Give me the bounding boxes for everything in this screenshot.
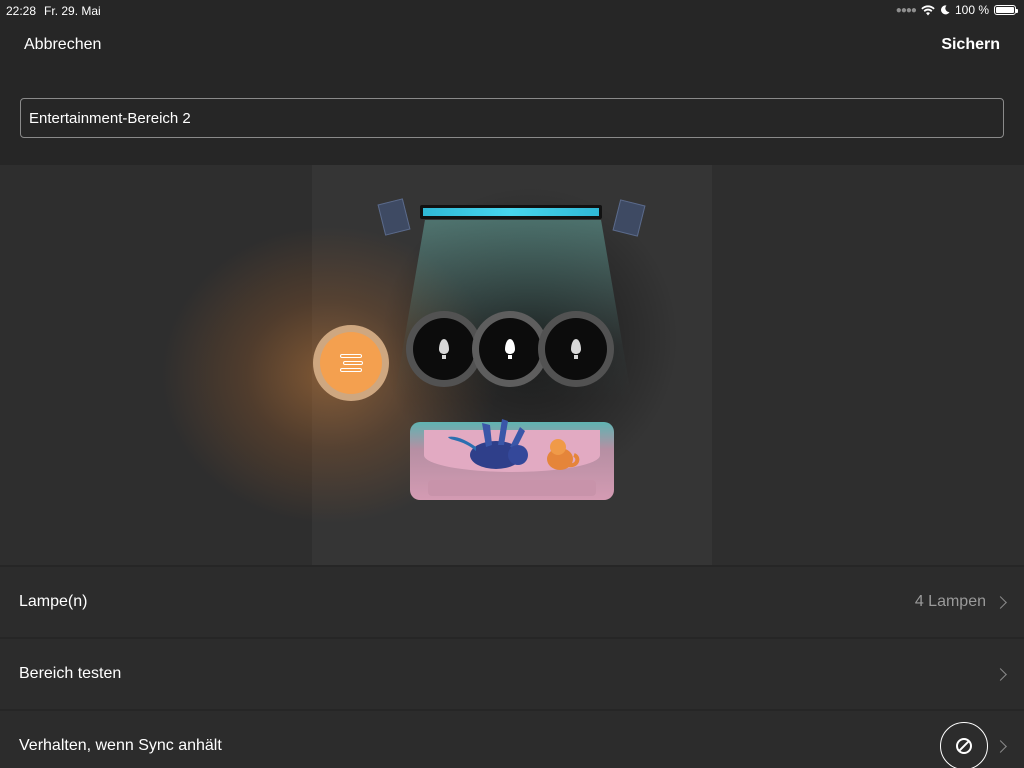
battery-icon	[994, 5, 1018, 15]
sync-behavior-row-label: Verhalten, wenn Sync anhält	[19, 737, 222, 754]
tv-icon	[420, 205, 602, 219]
prohibited-icon	[940, 722, 988, 768]
cellular-signal-icon: ●●●●	[895, 4, 917, 16]
chevron-right-icon	[994, 667, 1007, 681]
test-area-row[interactable]: Bereich testen	[0, 639, 1024, 709]
chevron-right-icon	[994, 740, 1007, 753]
sofa-seat	[428, 480, 596, 496]
test-area-row-label: Bereich testen	[19, 665, 122, 682]
battery-percent: 100 %	[954, 3, 989, 17]
save-button[interactable]: Sichern	[941, 36, 1000, 54]
lamp-bulb-1[interactable]	[406, 311, 482, 387]
lamps-row-value: 4 Lampen	[914, 593, 986, 610]
status-right: ●●●● 100 %	[895, 3, 1018, 17]
lamp-bulb-2[interactable]	[472, 311, 548, 387]
status-time: 22:28	[6, 4, 37, 18]
tv-screen	[423, 208, 599, 216]
lamps-row[interactable]: Lampe(n) 4 Lampen	[0, 567, 1024, 637]
room-preview	[0, 165, 1024, 565]
lightstrip-icon	[338, 354, 364, 372]
blue-cat-icon	[448, 419, 528, 469]
lamp-bulb-3[interactable]	[538, 311, 614, 387]
bulb-icon	[571, 339, 581, 359]
cancel-button[interactable]: Abbrechen	[24, 36, 101, 54]
sync-behavior-row[interactable]: Verhalten, wenn Sync anhält	[0, 711, 1024, 768]
status-left: 22:28 Fr. 29. Mai	[6, 4, 101, 18]
status-date: Fr. 29. Mai	[44, 4, 101, 18]
lamps-row-label: Lampe(n)	[19, 593, 88, 610]
lamp-lightstrip[interactable]	[313, 325, 389, 401]
orange-cat-icon	[547, 439, 580, 470]
wifi-icon	[921, 4, 935, 15]
bulb-icon	[439, 339, 449, 359]
area-name-input[interactable]	[20, 98, 1004, 138]
battery-fill	[996, 7, 1014, 13]
chevron-right-icon	[994, 595, 1007, 609]
status-bar: 22:28 Fr. 29. Mai ●●●● 100 %	[0, 0, 1024, 20]
moon-icon	[940, 5, 950, 15]
bulb-icon	[505, 339, 515, 359]
